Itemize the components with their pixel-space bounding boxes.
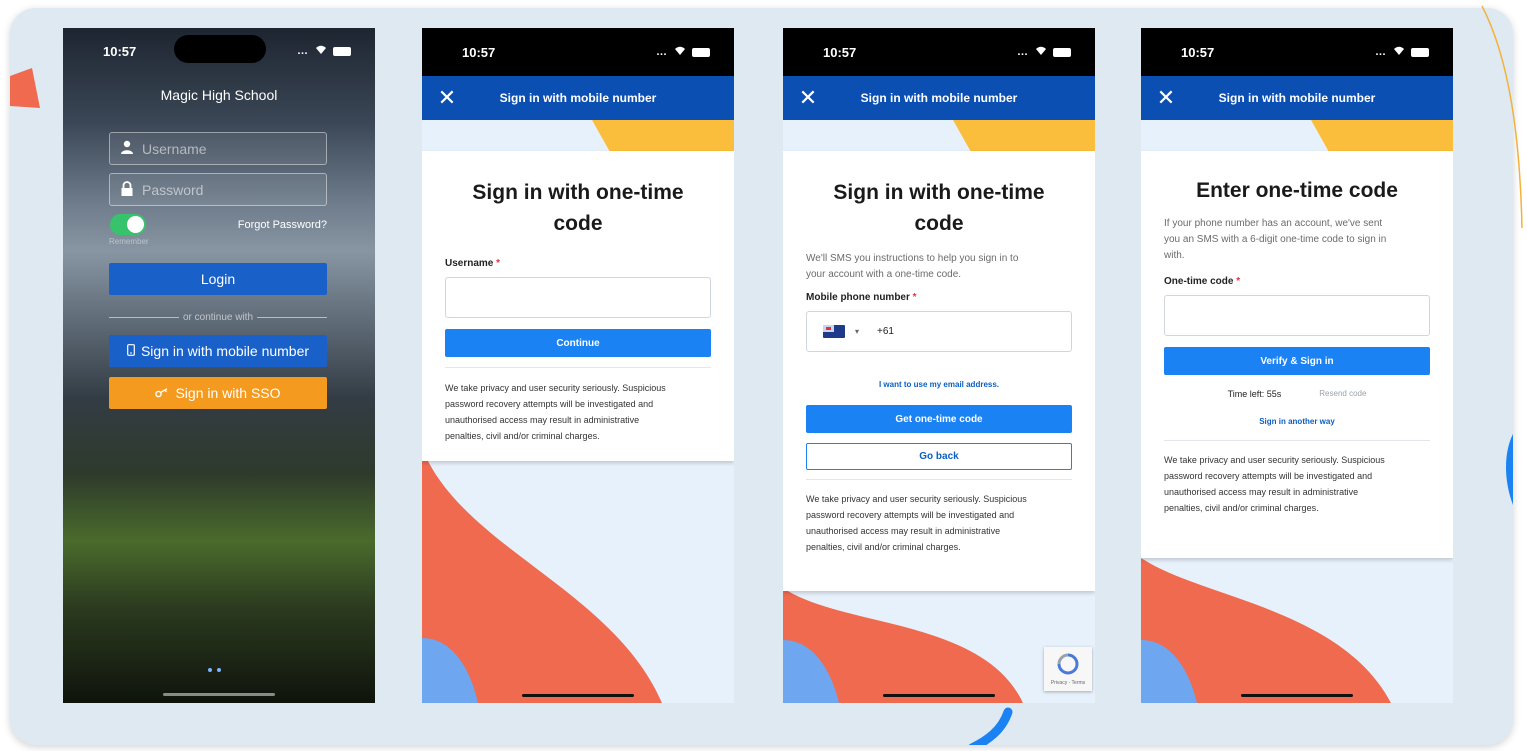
signal-icon: …: [656, 46, 668, 58]
page-title: Enter one-time code: [1196, 179, 1398, 202]
wifi-icon: [1035, 46, 1047, 59]
login-button[interactable]: Login: [109, 263, 327, 295]
code-panel: Enter one-time code If your phone number…: [1141, 151, 1453, 558]
nav-title: Sign in with mobile number: [499, 91, 657, 105]
deco-yellow-arc: [1481, 5, 1523, 229]
wifi-icon: [315, 45, 327, 58]
signal-icon: …: [1017, 46, 1029, 58]
lock-icon: [120, 180, 134, 199]
password-input[interactable]: [142, 181, 312, 198]
privacy-notice: We take privacy and user security seriou…: [445, 383, 666, 441]
battery-icon: [1411, 47, 1429, 57]
or-divider: or continue with: [109, 312, 328, 323]
home-indicator: [163, 693, 275, 696]
username-input[interactable]: [142, 140, 312, 157]
deco-blue-stroke: [968, 707, 1013, 745]
signal-icon: …: [1375, 46, 1387, 58]
continue-button[interactable]: Continue: [445, 329, 711, 357]
status-time: 10:57: [823, 44, 857, 60]
instructions-text: If your phone number has an account, we'…: [1164, 218, 1387, 261]
status-time: 10:57: [1181, 44, 1215, 60]
code-label: One-time code *: [1164, 276, 1241, 287]
sign-in-panel: Sign in with one-time code Username * Co…: [422, 151, 734, 461]
go-back-button[interactable]: Go back: [806, 443, 1072, 470]
home-indicator: [1241, 694, 1353, 697]
status-time: 10:57: [103, 43, 137, 59]
deco-blue-edge: [1506, 434, 1513, 505]
home-indicator: [522, 694, 634, 697]
deco-coral-triangle: [10, 68, 40, 108]
mobile-number-input[interactable]: ▾ +61: [806, 311, 1072, 352]
privacy-notice: We take privacy and user security seriou…: [806, 494, 1027, 552]
nav-bar: ✕ Sign in with mobile number: [783, 76, 1095, 120]
sign-in-panel: Sign in with one-time code We'll SMS you…: [783, 151, 1095, 591]
instructions-text: We'll SMS you instructions to help you s…: [806, 253, 1019, 280]
australia-flag-icon[interactable]: [823, 325, 845, 338]
verify-button[interactable]: Verify & Sign in: [1164, 347, 1430, 375]
nav-title: Sign in with mobile number: [1218, 91, 1376, 105]
phone-code-step: 10:57 … ✕ Sign in with mobile number Ent…: [1141, 28, 1453, 703]
get-code-button[interactable]: Get one-time code: [806, 405, 1072, 433]
close-icon[interactable]: ✕: [783, 85, 833, 111]
school-name: Magic High School: [160, 87, 278, 103]
battery-icon: [1053, 47, 1071, 57]
user-icon: [120, 140, 134, 157]
another-way-link[interactable]: Sign in another way: [1164, 417, 1430, 426]
username-field[interactable]: [109, 132, 327, 165]
mobile-number-label: Mobile phone number *: [806, 292, 917, 303]
phone-username-step: 10:57 … ✕ Sign in with mobile number Sig…: [422, 28, 734, 703]
username-input[interactable]: [445, 277, 711, 318]
page-title: Sign in with one-time code: [833, 181, 1045, 235]
status-time: 10:57: [462, 44, 496, 60]
battery-icon: [333, 46, 351, 56]
mobile-phone-icon: [127, 343, 135, 359]
time-left: Time left: 55s: [1227, 389, 1282, 399]
remember-label: Remember: [109, 237, 149, 246]
sso-button[interactable]: Sign in with SSO: [109, 377, 327, 409]
chevron-down-icon[interactable]: ▾: [855, 327, 859, 336]
key-icon: [155, 385, 169, 401]
battery-icon: [692, 47, 710, 57]
password-field[interactable]: [109, 173, 327, 206]
close-icon[interactable]: ✕: [422, 85, 472, 111]
home-indicator: [883, 694, 995, 697]
page-indicator: [208, 668, 221, 672]
remember-toggle[interactable]: [110, 214, 146, 235]
nav-bar: ✕ Sign in with mobile number: [1141, 76, 1453, 120]
forgot-password-link[interactable]: Forgot Password?: [238, 219, 327, 231]
status-bar: 10:57 …: [783, 28, 1095, 76]
code-input[interactable]: [1164, 295, 1430, 336]
dynamic-island: [174, 35, 266, 63]
recaptcha-badge[interactable]: Privacy - Terms: [1044, 647, 1092, 691]
status-bar: 10:57 …: [1141, 28, 1453, 76]
close-icon[interactable]: ✕: [1141, 85, 1191, 111]
phone-native-login: 10:57 … Magic High School Remember Forgo…: [63, 28, 375, 703]
wifi-icon: [674, 46, 686, 59]
privacy-notice: We take privacy and user security seriou…: [1164, 455, 1385, 513]
recaptcha-icon: [1057, 653, 1079, 675]
mobile-number-button[interactable]: Sign in with mobile number: [109, 335, 327, 367]
nav-title: Sign in with mobile number: [860, 91, 1018, 105]
use-email-link[interactable]: I want to use my email address.: [806, 380, 1072, 389]
page-title: Sign in with one-time code: [472, 181, 684, 235]
nav-bar: ✕ Sign in with mobile number: [422, 76, 734, 120]
signal-icon: …: [297, 45, 309, 57]
wifi-icon: [1393, 46, 1405, 59]
username-label: Username *: [445, 258, 501, 269]
country-code: +61: [877, 326, 894, 337]
phone-mobile-step: 10:57 … ✕ Sign in with mobile number Sig…: [783, 28, 1095, 703]
resend-code-link[interactable]: Resend code: [1319, 389, 1366, 399]
status-bar: 10:57 …: [422, 28, 734, 76]
